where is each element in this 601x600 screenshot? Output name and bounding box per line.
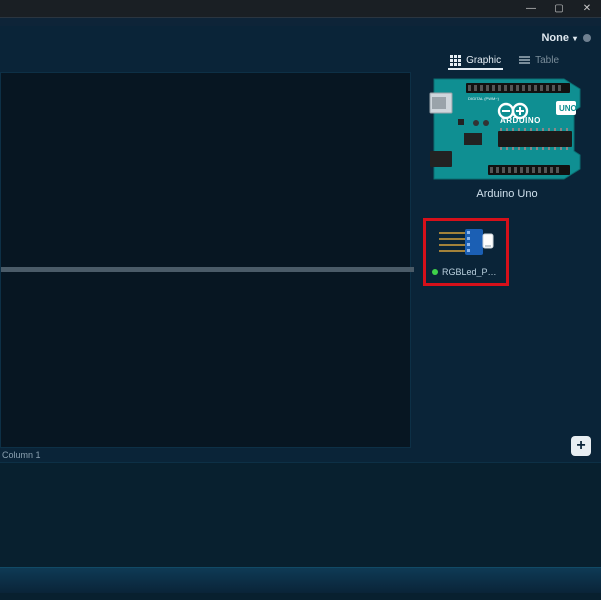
top-toolbar: None ▾ [0, 26, 601, 50]
side-panel: ARDUINO UNO DIGITAL (PWM~) Arduino Uno [415, 72, 601, 462]
table-icon [519, 56, 530, 64]
tab-table-label: Table [535, 55, 559, 66]
status-dot-icon [583, 34, 591, 42]
menu-strip [0, 18, 601, 26]
arduino-board-icon: ARDUINO UNO DIGITAL (PWM~) [428, 75, 586, 183]
board-preview[interactable]: ARDUINO UNO DIGITAL (PWM~) [423, 74, 591, 184]
main-area: Column 1 [0, 72, 601, 462]
component-label-row: RGBLed_P… [432, 267, 500, 277]
close-button[interactable]: ✕ [573, 0, 601, 18]
component-thumbnail [432, 227, 500, 257]
status-bar: Column 1 [0, 448, 411, 462]
component-list: RGBLed_P… [423, 218, 591, 286]
maximize-button[interactable]: ▢ [545, 0, 573, 18]
svg-text:ARDUINO: ARDUINO [500, 116, 541, 125]
minimize-button[interactable]: — [517, 0, 545, 18]
svg-text:UNO: UNO [559, 104, 577, 113]
bottom-accent-bar [0, 567, 601, 593]
port-dropdown-label: None [541, 32, 569, 44]
component-item-rgbled[interactable]: RGBLed_P… [423, 218, 509, 286]
port-dropdown[interactable]: None ▾ [541, 32, 591, 44]
status-column-label: Column 1 [2, 450, 41, 460]
tab-table[interactable]: Table [517, 53, 561, 70]
tab-graphic-label: Graphic [466, 55, 501, 66]
chevron-down-icon: ▾ [573, 34, 577, 43]
rgb-led-icon [437, 229, 495, 255]
tab-graphic[interactable]: Graphic [448, 53, 503, 70]
grid-icon [450, 55, 461, 66]
status-ok-icon [432, 269, 438, 275]
board-name-label: Arduino Uno [423, 188, 591, 200]
add-component-button[interactable]: + [571, 436, 591, 456]
window-titlebar: — ▢ ✕ [0, 0, 601, 18]
view-tabs: Graphic Table [0, 50, 601, 72]
svg-text:DIGITAL (PWM~): DIGITAL (PWM~) [468, 96, 500, 101]
bottom-panel [0, 462, 601, 600]
component-label: RGBLed_P… [442, 267, 497, 277]
design-canvas[interactable] [0, 72, 411, 448]
pane-splitter[interactable] [1, 267, 414, 272]
canvas-column: Column 1 [0, 72, 415, 462]
